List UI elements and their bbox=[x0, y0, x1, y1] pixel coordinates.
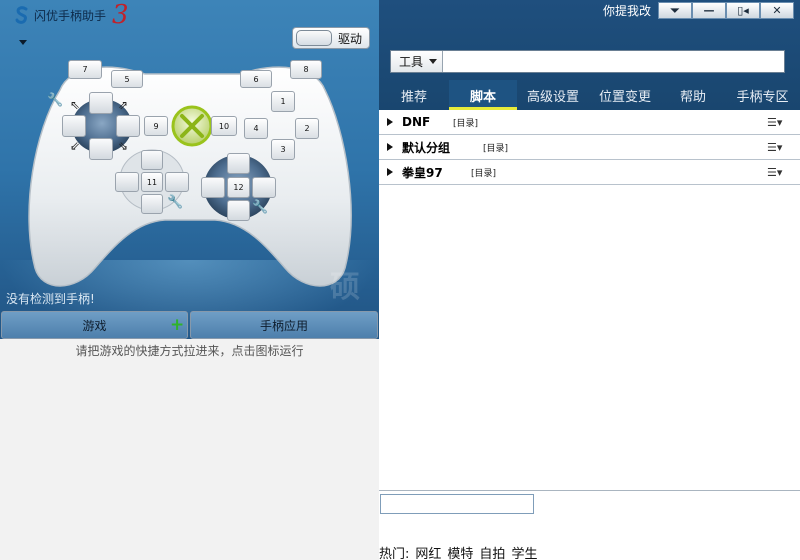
left-stick-left[interactable] bbox=[62, 115, 86, 137]
tool-select-label: 工具 bbox=[399, 55, 424, 69]
button-5[interactable]: 5 bbox=[111, 70, 143, 88]
tab-help[interactable]: 帮助 bbox=[661, 80, 725, 110]
dpad-left[interactable] bbox=[115, 172, 139, 192]
hot-tag-link[interactable]: 自拍 bbox=[479, 543, 505, 560]
hot-tags: 热门: 网红 模特 自拍 学生 bbox=[379, 543, 537, 560]
script-list: DNF [目录] ☰▾ 默认分组 [目录] ☰▾ 拳皇97 [目录] ☰▾ bbox=[379, 110, 800, 490]
script-group-name: 拳皇97 bbox=[402, 165, 443, 180]
restore-button[interactable]: ▯◂ bbox=[726, 2, 760, 19]
hot-label: 热门: bbox=[379, 547, 410, 560]
tab-scripts-label: 脚本 bbox=[469, 89, 496, 105]
button-2[interactable]: 2 bbox=[295, 118, 319, 139]
button-8[interactable]: 8 bbox=[290, 60, 322, 79]
header-bar: 你提我改 ⏷ — ▯◂ ✕ 工具 推荐 脚本 高级设置 位置变更 帮助 手柄专区 bbox=[379, 0, 800, 110]
minimize-button[interactable]: — bbox=[692, 2, 726, 19]
tool-select[interactable]: 工具 bbox=[391, 51, 443, 72]
script-group-dir: [目录] bbox=[471, 168, 497, 179]
right-stick-wrench-icon[interactable]: 🔧 bbox=[252, 200, 268, 215]
controller-status: 没有检测到手柄! bbox=[6, 292, 95, 306]
arrow-up-left-icon[interactable]: ⇖ bbox=[70, 99, 80, 111]
dpad-up[interactable] bbox=[141, 150, 163, 170]
dpad-wrench-icon[interactable]: 🔧 bbox=[167, 195, 183, 210]
game-list-hint: 请把游戏的快捷方式拉进来，点击图标运行 bbox=[75, 344, 304, 358]
dpad-down[interactable] bbox=[141, 194, 163, 214]
feedback-link[interactable]: 你提我改 bbox=[603, 2, 651, 19]
tab-controller-apps-label: 手柄应用 bbox=[259, 318, 308, 333]
tab-controller-apps[interactable]: 手柄应用 bbox=[190, 311, 378, 339]
script-group-row[interactable]: DNF [目录] ☰▾ bbox=[379, 110, 800, 135]
button-4[interactable]: 4 bbox=[244, 118, 268, 139]
tab-help-label: 帮助 bbox=[679, 89, 706, 105]
chevron-down-icon bbox=[429, 59, 438, 64]
tab-games[interactable]: 游戏 + bbox=[1, 311, 188, 339]
close-button[interactable]: ✕ bbox=[760, 2, 794, 19]
script-group-name: 默认分组 bbox=[402, 140, 451, 155]
button-7[interactable]: 7 bbox=[68, 60, 102, 79]
tab-scripts[interactable]: 脚本 bbox=[449, 80, 517, 110]
right-stick-left[interactable] bbox=[201, 177, 225, 198]
minimize-icon: — bbox=[703, 4, 715, 17]
button-6[interactable]: 6 bbox=[240, 70, 272, 88]
hot-tag-link[interactable]: 模特 bbox=[447, 543, 473, 560]
left-stick-right[interactable] bbox=[116, 115, 140, 137]
tab-recommend-label: 推荐 bbox=[400, 89, 427, 105]
arrow-down-right-icon[interactable]: ⇘ bbox=[118, 140, 128, 152]
button-12[interactable]: 12 bbox=[227, 177, 250, 198]
search-input[interactable] bbox=[380, 494, 534, 514]
tab-recommend[interactable]: 推荐 bbox=[379, 80, 449, 110]
button-11[interactable]: 11 bbox=[141, 172, 163, 192]
expand-arrow-icon[interactable] bbox=[387, 143, 393, 151]
controller-panel: 闪优手柄助手 3 驱动 7 5 6 8 9 10 1 4 2 3 ⇖ ⇗ ⇙ ⇘… bbox=[0, 0, 379, 560]
main-tabs: 推荐 脚本 高级设置 位置变更 帮助 手柄专区 bbox=[379, 80, 800, 110]
arrow-down-left-icon[interactable]: ⇙ bbox=[70, 140, 80, 152]
tab-controller-zone-label: 手柄专区 bbox=[736, 89, 789, 105]
group-menu-icon[interactable]: ☰▾ bbox=[767, 166, 782, 179]
tool-bar: 工具 bbox=[390, 50, 785, 73]
expand-arrow-icon[interactable] bbox=[387, 118, 393, 126]
right-stick-down[interactable] bbox=[227, 200, 250, 221]
close-icon: ✕ bbox=[772, 4, 782, 17]
arrow-up-right-icon[interactable]: ⇗ bbox=[118, 99, 128, 111]
tab-controller-zone[interactable]: 手柄专区 bbox=[725, 80, 800, 110]
tool-input[interactable] bbox=[443, 51, 784, 72]
left-stick-down[interactable] bbox=[89, 138, 113, 160]
script-panel: 你提我改 ⏷ — ▯◂ ✕ 工具 推荐 脚本 高级设置 位置变更 帮助 手柄专区… bbox=[379, 0, 800, 560]
tab-games-label: 游戏 bbox=[82, 318, 107, 333]
left-stick-up[interactable] bbox=[89, 92, 113, 114]
button-3[interactable]: 3 bbox=[271, 139, 295, 160]
watermark: 硕 bbox=[330, 270, 360, 305]
script-group-row[interactable]: 默认分组 [目录] ☰▾ bbox=[379, 135, 800, 160]
left-stick-wrench-icon[interactable]: 🔧 bbox=[47, 93, 63, 108]
tab-position-change[interactable]: 位置变更 bbox=[589, 80, 661, 110]
script-group-dir: [目录] bbox=[483, 143, 509, 154]
group-menu-icon[interactable]: ☰▾ bbox=[767, 116, 782, 129]
script-group-dir: [目录] bbox=[453, 118, 479, 129]
button-10[interactable]: 10 bbox=[211, 116, 237, 136]
tab-position-change-label: 位置变更 bbox=[598, 89, 651, 105]
add-game-plus-icon[interactable]: + bbox=[170, 317, 184, 334]
tab-advanced-settings-label: 高级设置 bbox=[526, 89, 579, 105]
button-1[interactable]: 1 bbox=[271, 91, 295, 112]
game-list[interactable]: 请把游戏的快捷方式拉进来，点击图标运行 bbox=[0, 339, 379, 560]
hot-tag-link[interactable]: 网红 bbox=[415, 543, 441, 560]
right-stick-up[interactable] bbox=[227, 153, 250, 174]
app-window: 闪优手柄助手 3 驱动 7 5 6 8 9 10 1 4 2 3 ⇖ ⇗ ⇙ ⇘… bbox=[0, 0, 800, 560]
button-9[interactable]: 9 bbox=[144, 116, 168, 136]
script-group-row[interactable]: 拳皇97 [目录] ☰▾ bbox=[379, 160, 800, 185]
game-tabs: 游戏 + 手柄应用 bbox=[0, 311, 379, 339]
chevron-down-bar-icon: ⏷ bbox=[670, 3, 680, 17]
controller-image bbox=[28, 66, 352, 287]
expand-arrow-icon[interactable] bbox=[387, 168, 393, 176]
minimize-to-tray-button[interactable]: ⏷ bbox=[658, 2, 692, 19]
right-stick-right[interactable] bbox=[252, 177, 276, 198]
dpad-right[interactable] bbox=[165, 172, 189, 192]
hot-tag-link[interactable]: 学生 bbox=[511, 543, 537, 560]
bottom-area: 热门: 网红 模特 自拍 学生 bbox=[379, 490, 800, 560]
restore-icon: ▯◂ bbox=[737, 4, 749, 17]
tab-advanced-settings[interactable]: 高级设置 bbox=[517, 80, 589, 110]
script-group-name: DNF bbox=[402, 115, 431, 129]
group-menu-icon[interactable]: ☰▾ bbox=[767, 141, 782, 154]
